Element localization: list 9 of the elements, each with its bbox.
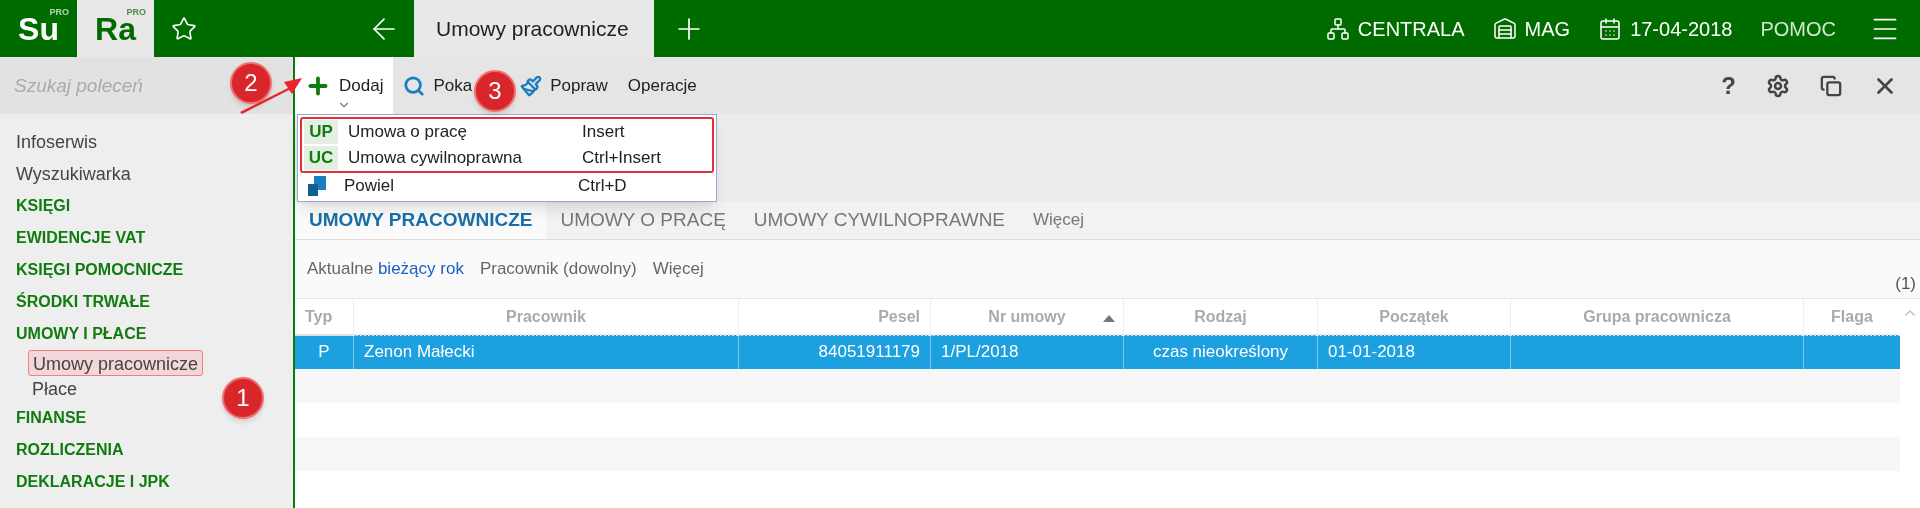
table-cell-text: czas nieokreślony xyxy=(1152,341,1289,364)
record-count: (1) xyxy=(1895,272,1916,295)
table-cell-text: P xyxy=(318,341,330,364)
table-cell-text: 1/PL/2018 xyxy=(941,341,1019,364)
table-cell-text: 01-01-2018 xyxy=(1328,341,1415,364)
type-badge: UC xyxy=(304,146,338,170)
type-badge: UP xyxy=(304,120,338,144)
table-cell-text: Zenon Małecki xyxy=(364,341,475,364)
table-cell-text: 84051911179 xyxy=(818,341,920,364)
